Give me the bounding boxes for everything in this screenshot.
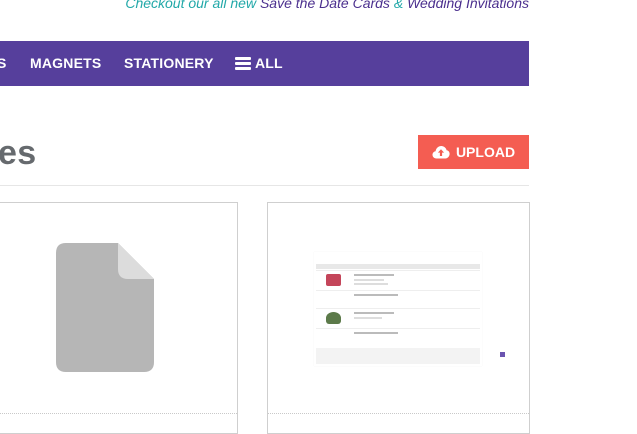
thumb-table-header <box>316 264 480 269</box>
promo-banner[interactable]: Checkout our all new Save the Date Cards… <box>125 0 529 11</box>
header-divider <box>0 185 529 186</box>
main-navbar: S MAGNETS STATIONERY ALL <box>0 41 529 86</box>
thumb-action-dot <box>500 352 505 357</box>
cloud-upload-icon <box>432 146 450 159</box>
thumb-line <box>354 317 382 319</box>
thumb-photo <box>326 312 341 324</box>
thumb-line <box>354 294 398 296</box>
nav-item-magnets[interactable]: MAGNETS <box>30 41 101 86</box>
nav-item-stationery[interactable]: STATIONERY <box>124 41 214 86</box>
thumb-row <box>316 328 480 347</box>
thumb-line <box>354 274 394 276</box>
upload-label: UPLOAD <box>455 144 516 160</box>
thumb-line <box>354 312 394 314</box>
card-footer-divider <box>268 413 529 414</box>
promo-wedding-invitations-link[interactable]: Wedding Invitations <box>407 0 529 11</box>
thumb-row <box>316 290 480 309</box>
promo-save-the-date-link[interactable]: Save the Date Cards <box>260 0 390 11</box>
document-thumbnail[interactable] <box>314 252 482 366</box>
thumb-line <box>354 283 388 285</box>
thumb-photo <box>326 274 341 286</box>
nav-item-all[interactable]: ALL <box>235 41 283 86</box>
thumb-line <box>354 279 384 281</box>
nav-all-label: ALL <box>255 55 283 71</box>
promo-ampersand: & <box>393 0 404 11</box>
card-footer-divider <box>0 413 237 414</box>
page-title: es <box>0 134 37 172</box>
hamburger-menu-icon <box>235 57 251 70</box>
file-icon <box>56 243 154 372</box>
thumb-totals <box>316 348 480 364</box>
thumb-row <box>316 270 480 289</box>
upload-button[interactable]: UPLOAD <box>418 135 529 169</box>
nav-item-partial[interactable]: S <box>0 41 7 86</box>
thumb-row <box>316 308 480 327</box>
thumb-line <box>354 332 398 334</box>
promo-lead-text: Checkout our all new <box>125 0 257 11</box>
